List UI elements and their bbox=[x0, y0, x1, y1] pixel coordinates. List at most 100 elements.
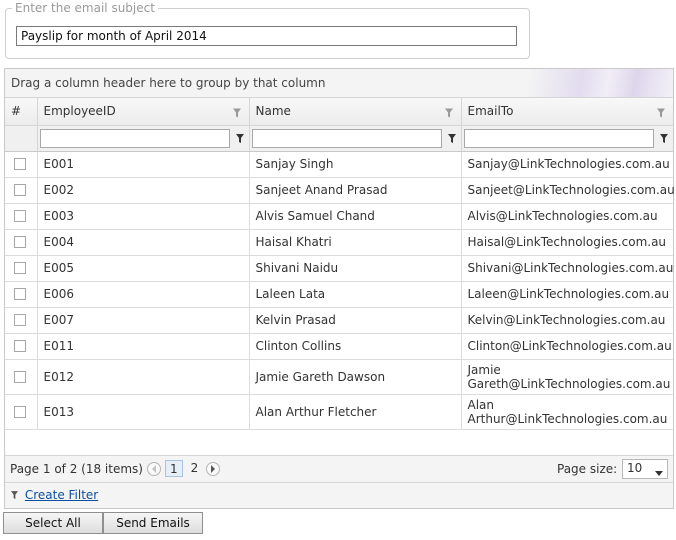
email-cell: Alvis@LinkTechnologies.com.au bbox=[461, 203, 673, 230]
employeeid-cell: E011 bbox=[37, 333, 250, 360]
funnel-icon[interactable] bbox=[658, 131, 670, 147]
name-cell: Sanjay Singh bbox=[249, 151, 462, 178]
row-checkbox-cell bbox=[5, 203, 38, 230]
funnel-icon[interactable] bbox=[234, 131, 246, 147]
page-2-button[interactable]: 2 bbox=[187, 460, 203, 477]
row-checkbox-cell bbox=[5, 394, 38, 430]
subject-fieldset: Enter the email subject bbox=[5, 1, 530, 59]
name-filter-input[interactable] bbox=[251, 128, 442, 148]
employeeid-cell: E004 bbox=[37, 229, 250, 256]
row-checkbox-cell bbox=[5, 281, 38, 308]
email-cell: Haisal@LinkTechnologies.com.au bbox=[461, 229, 673, 256]
employeeid-cell: E003 bbox=[37, 203, 250, 230]
row-checkbox-cell bbox=[5, 307, 38, 334]
send-emails-button[interactable]: Send Emails bbox=[103, 512, 203, 534]
funnel-icon bbox=[11, 488, 22, 502]
chevron-left-icon[interactable] bbox=[147, 461, 161, 476]
row-checkbox-cell bbox=[5, 177, 38, 204]
row-checkbox[interactable] bbox=[14, 262, 26, 274]
row-checkbox[interactable] bbox=[14, 340, 26, 352]
funnel-icon[interactable] bbox=[657, 107, 665, 118]
name-cell: Kelvin Prasad bbox=[249, 307, 462, 334]
row-checkbox[interactable] bbox=[14, 210, 26, 222]
table-row: E011 Clinton Collins Clinton@LinkTechnol… bbox=[5, 333, 673, 360]
name-cell: Sanjeet Anand Prasad bbox=[249, 177, 462, 204]
select-all-button[interactable]: Select All bbox=[3, 512, 103, 534]
emailto-filter-input[interactable] bbox=[463, 128, 654, 148]
email-cell: Sanjay@LinkTechnologies.com.au bbox=[461, 151, 673, 178]
table-row: E012 Jamie Gareth Dawson Jamie Gareth@Li… bbox=[5, 359, 673, 395]
email-cell: Sanjeet@LinkTechnologies.com.au bbox=[461, 177, 675, 204]
email-cell: Kelvin@LinkTechnologies.com.au bbox=[461, 307, 673, 334]
table-row: E007 Kelvin Prasad Kelvin@LinkTechnologi… bbox=[5, 307, 673, 334]
employee-grid: Drag a column header here to group by th… bbox=[4, 68, 675, 509]
row-checkbox[interactable] bbox=[14, 236, 26, 248]
subject-legend: Enter the email subject bbox=[12, 1, 158, 15]
funnel-icon[interactable] bbox=[232, 107, 241, 118]
row-checkbox-cell bbox=[5, 333, 38, 360]
page-size-value: 10 bbox=[627, 461, 643, 475]
row-checkbox-cell bbox=[5, 255, 38, 282]
table-row: E002 Sanjeet Anand Prasad Sanjeet@LinkTe… bbox=[5, 177, 675, 204]
employeeid-cell: E006 bbox=[37, 281, 250, 308]
email-line: Jamie bbox=[467, 362, 501, 377]
column-header-name[interactable]: Name bbox=[249, 98, 462, 126]
subject-input[interactable] bbox=[16, 26, 517, 46]
employeeid-cell: E013 bbox=[37, 394, 250, 430]
create-filter-link[interactable]: Create Filter bbox=[25, 488, 98, 502]
employeeid-cell: E001 bbox=[37, 151, 250, 178]
grid-table: # EmployeeID Name EmailTo E001 Sanjay Si… bbox=[5, 98, 675, 430]
column-header-index: # bbox=[5, 98, 38, 126]
group-by-panel[interactable]: Drag a column header here to group by th… bbox=[5, 69, 673, 98]
row-checkbox[interactable] bbox=[14, 405, 26, 418]
email-cell: Jamie Gareth@LinkTechnologies.com.au bbox=[461, 359, 673, 395]
employeeid-filter-input[interactable] bbox=[39, 128, 230, 148]
email-line: Gareth@LinkTechnologies.com.au bbox=[467, 376, 671, 391]
row-checkbox[interactable] bbox=[14, 288, 26, 300]
name-cell: Clinton Collins bbox=[249, 333, 462, 360]
column-header-label: Name bbox=[255, 104, 291, 119]
pager-nav: 1 2 bbox=[147, 460, 221, 477]
row-checkbox-cell bbox=[5, 359, 38, 395]
table-row: E013 Alan Arthur Fletcher Alan Arthur@Li… bbox=[5, 394, 673, 430]
name-cell: Shivani Naidu bbox=[249, 255, 462, 282]
email-cell: Alan Arthur@LinkTechnologies.com.au bbox=[461, 394, 673, 430]
employeeid-cell: E007 bbox=[37, 307, 250, 334]
email-cell: Clinton@LinkTechnologies.com.au bbox=[461, 333, 673, 360]
row-checkbox-cell bbox=[5, 151, 38, 178]
funnel-icon[interactable] bbox=[446, 131, 458, 147]
table-row: E001 Sanjay Singh Sanjay@LinkTechnologie… bbox=[5, 151, 673, 178]
table-row: E006 Laleen Lata Laleen@LinkTechnologies… bbox=[5, 281, 673, 308]
column-header-label: EmployeeID bbox=[43, 104, 116, 119]
filter-cell-employeeid bbox=[37, 125, 250, 152]
table-row: E005 Shivani Naidu Shivani@LinkTechnolog… bbox=[5, 255, 673, 282]
employeeid-cell: E005 bbox=[37, 255, 250, 282]
page-size-select[interactable]: 10 bbox=[622, 459, 668, 479]
email-line: Arthur@LinkTechnologies.com.au bbox=[467, 411, 668, 426]
page-1-button[interactable]: 1 bbox=[165, 460, 183, 477]
name-cell: Alan Arthur Fletcher bbox=[249, 394, 462, 430]
column-header-label: EmailTo bbox=[467, 104, 514, 119]
column-header-employeeid[interactable]: EmployeeID bbox=[37, 98, 250, 126]
row-checkbox[interactable] bbox=[14, 314, 26, 326]
column-header-emailto[interactable]: EmailTo bbox=[461, 98, 673, 126]
chevron-right-icon[interactable] bbox=[206, 461, 221, 476]
pager-info: Page 1 of 2 (18 items) bbox=[10, 462, 143, 476]
row-checkbox[interactable] bbox=[14, 158, 26, 170]
name-cell: Haisal Khatri bbox=[249, 229, 462, 256]
name-cell: Laleen Lata bbox=[249, 281, 462, 308]
row-checkbox-cell bbox=[5, 229, 38, 256]
employeeid-cell: E012 bbox=[37, 359, 250, 395]
page-size-label: Page size: bbox=[557, 462, 618, 476]
name-cell: Alvis Samuel Chand bbox=[249, 203, 462, 230]
filter-cell-name bbox=[249, 125, 462, 152]
row-checkbox[interactable] bbox=[14, 370, 26, 383]
filter-bar: Create Filter bbox=[5, 483, 673, 508]
table-row: E004 Haisal Khatri Haisal@LinkTechnologi… bbox=[5, 229, 673, 256]
row-checkbox[interactable] bbox=[14, 184, 26, 196]
email-line: Alan bbox=[467, 397, 495, 412]
chevron-down-icon bbox=[655, 465, 663, 479]
pager: Page 1 of 2 (18 items) 1 2 Page size: 10 bbox=[5, 455, 673, 483]
filter-cell-emailto bbox=[461, 125, 673, 152]
funnel-icon[interactable] bbox=[444, 107, 453, 118]
